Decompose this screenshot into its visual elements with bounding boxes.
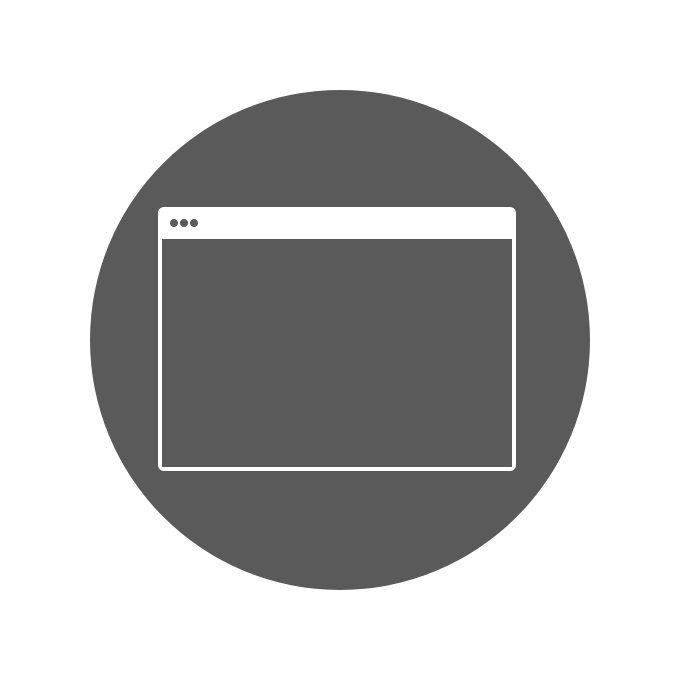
window-content-area bbox=[162, 239, 512, 467]
window-control-dot bbox=[190, 219, 198, 227]
window-control-dot bbox=[170, 219, 178, 227]
browser-window-icon bbox=[158, 207, 516, 471]
window-control-dot bbox=[180, 219, 188, 227]
window-titlebar bbox=[162, 211, 512, 239]
icon-canvas bbox=[0, 0, 680, 680]
